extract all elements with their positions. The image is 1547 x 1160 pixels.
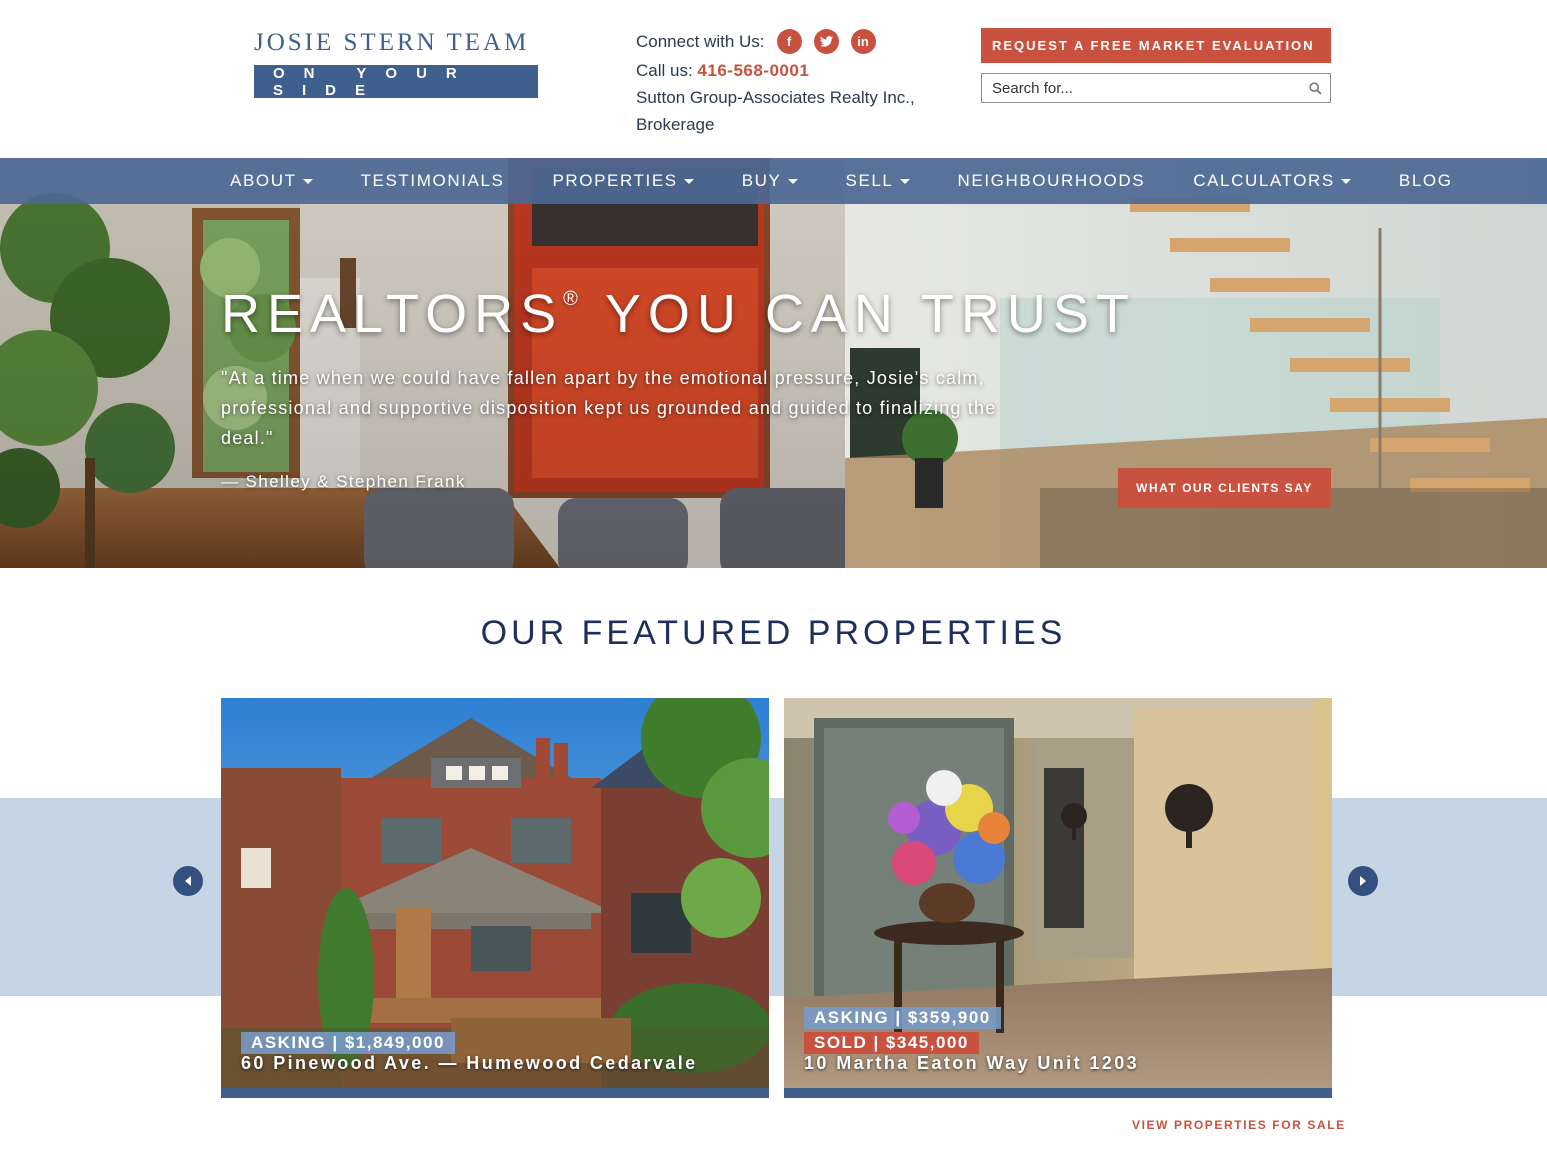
nav-item-buy[interactable]: BUY <box>742 171 798 191</box>
request-evaluation-button[interactable]: REQUEST A FREE MARKET EVALUATION <box>981 28 1331 63</box>
nav-label: PROPERTIES <box>552 171 678 190</box>
hero-testimonial-quote: "At a time when we could have fallen apa… <box>221 368 997 448</box>
caret-down-icon <box>683 178 694 184</box>
caret-down-icon <box>899 178 910 184</box>
twitter-icon[interactable] <box>813 28 839 54</box>
phone-number[interactable]: 416-568-0001 <box>697 61 809 80</box>
hero-testimonial-author: — Shelley & Stephen Frank <box>221 472 466 491</box>
property-photo <box>221 698 769 1088</box>
search-icon[interactable] <box>1300 74 1330 102</box>
linkedin-icon[interactable]: in <box>850 28 876 54</box>
nav-label: NEIGHBOURHOODS <box>957 171 1146 190</box>
caret-down-icon <box>302 178 313 184</box>
logo-title: JOSIE STERN TEAM <box>254 29 530 56</box>
hero-title-main: REALTORS <box>221 284 564 344</box>
asking-price-badge: ASKING | $1,849,000 <box>241 1032 455 1054</box>
logo-tagline: ON YOUR SIDE <box>254 65 538 99</box>
call-row: Call us: 416-568-0001 <box>636 57 915 84</box>
nav-label: SELL <box>845 171 894 190</box>
property-card[interactable]: ASKING | $1,849,000 60 Pinewood Ave. — H… <box>221 698 769 1098</box>
nav-label: CALCULATORS <box>1193 171 1335 190</box>
contact-info: Connect with Us: f in Call us: 416-568-0… <box>636 28 915 138</box>
nav-label: ABOUT <box>230 171 297 190</box>
connect-label: Connect with Us: <box>636 31 765 51</box>
sold-price-badge: SOLD | $345,000 <box>804 1032 979 1054</box>
nav-label: BLOG <box>1398 171 1453 190</box>
nav-item-neighbourhoods[interactable]: NEIGHBOURHOODS <box>958 171 1146 191</box>
property-address: 60 Pinewood Ave. — Humewood Cedarvale <box>241 1053 698 1073</box>
caret-down-icon <box>1340 178 1351 184</box>
call-label: Call us: <box>636 61 693 80</box>
nav-label: BUY <box>741 171 782 190</box>
main-navigation: ABOUT TESTIMONIALS PROPERTIES BUY SELL N… <box>0 158 1547 204</box>
nav-item-about[interactable]: ABOUT <box>230 171 313 191</box>
view-properties-for-sale-link[interactable]: VIEW PROPERTIES FOR SALE <box>1132 1118 1346 1132</box>
search-input[interactable] <box>982 79 1300 97</box>
property-card[interactable]: ASKING | $359,900 SOLD | $345,000 10 Mar… <box>784 698 1332 1098</box>
facebook-icon[interactable]: f <box>776 28 802 54</box>
hero-title: REALTORS® YOU CAN TRUST <box>221 283 1136 345</box>
asking-price-badge: ASKING | $359,900 <box>804 1007 1001 1029</box>
what-our-clients-say-button[interactable]: WHAT OUR CLIENTS SAY <box>1118 468 1331 508</box>
nav-item-blog[interactable]: BLOG <box>1399 171 1453 191</box>
featured-properties-heading: OUR FEATURED PROPERTIES <box>480 614 1067 652</box>
nav-item-testimonials[interactable]: TESTIMONIALS <box>361 171 505 191</box>
nav-item-sell[interactable]: SELL <box>846 171 910 191</box>
social-links: Connect with Us: f in <box>636 28 915 54</box>
carousel-prev-icon[interactable] <box>173 866 203 896</box>
site-logo[interactable]: JOSIE STERN TEAM ON YOUR SIDE <box>254 29 538 99</box>
brokerage-line-2: Brokerage <box>636 115 715 134</box>
carousel-next-icon[interactable] <box>1348 866 1378 896</box>
nav-label: TESTIMONIALS <box>360 171 505 190</box>
nav-item-properties[interactable]: PROPERTIES <box>552 171 694 191</box>
search-box <box>981 73 1331 103</box>
brokerage-line-1: Sutton Group-Associates Realty Inc., <box>636 88 915 107</box>
nav-item-calculators[interactable]: CALCULATORS <box>1193 171 1351 191</box>
hero-title-rest: YOU CAN TRUST <box>604 284 1136 344</box>
registered-mark: ® <box>563 288 578 310</box>
property-address: 10 Martha Eaton Way Unit 1203 <box>804 1053 1140 1073</box>
caret-down-icon <box>787 178 798 184</box>
property-photo <box>784 698 1332 1088</box>
